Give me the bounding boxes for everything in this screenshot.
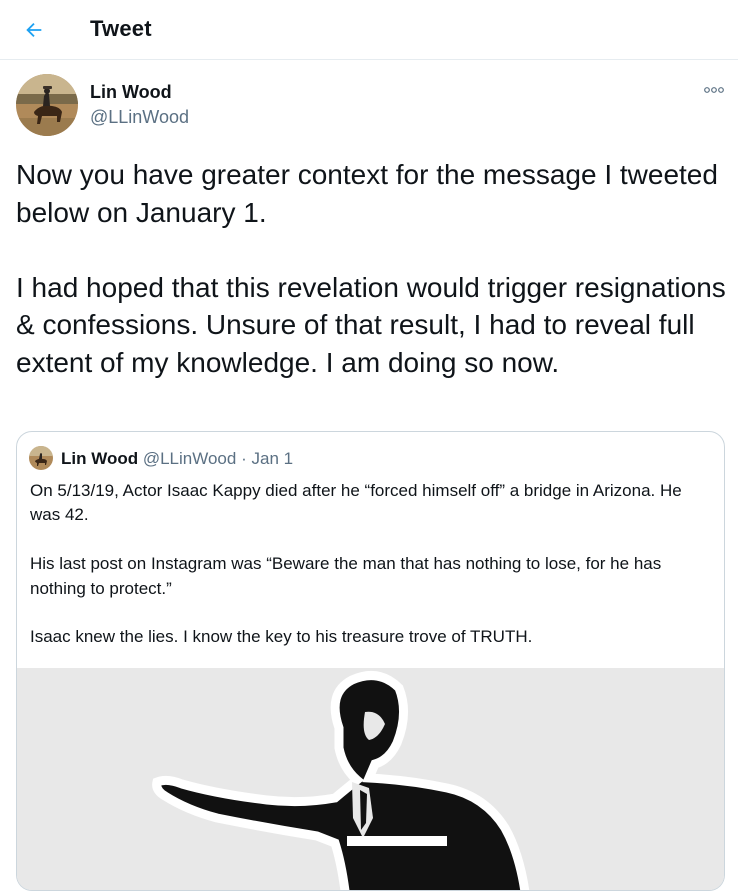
- author-avatar[interactable]: [16, 74, 78, 136]
- arrow-left-icon: [26, 22, 42, 38]
- meta-separator: ·: [241, 449, 247, 468]
- quoted-tweet-image: [17, 668, 724, 890]
- quoted-author-name: Lin Wood: [61, 449, 139, 468]
- quoted-tweet-header: Lin Wood @LLinWood · Jan 1: [61, 449, 293, 469]
- quoted-author-handle: @LLinWood: [142, 449, 237, 468]
- quoted-tweet[interactable]: Lin Wood @LLinWood · Jan 1 On 5/13/19, A…: [16, 431, 725, 891]
- quoted-tweet-date: Jan 1: [251, 449, 294, 468]
- more-options-icon: [704, 87, 724, 93]
- author-handle[interactable]: @LLinWood: [90, 107, 189, 128]
- top-header: Tweet: [0, 0, 738, 60]
- more-options-button[interactable]: [700, 80, 728, 100]
- author-name[interactable]: Lin Wood: [90, 82, 172, 103]
- quoted-tweet-text: On 5/13/19, Actor Isaac Kappy died after…: [30, 481, 682, 647]
- page-title: Tweet: [90, 16, 152, 41]
- quoted-author-avatar: [29, 446, 53, 470]
- tweet-text: Now you have greater context for the mes…: [16, 159, 726, 378]
- back-button[interactable]: [14, 10, 54, 50]
